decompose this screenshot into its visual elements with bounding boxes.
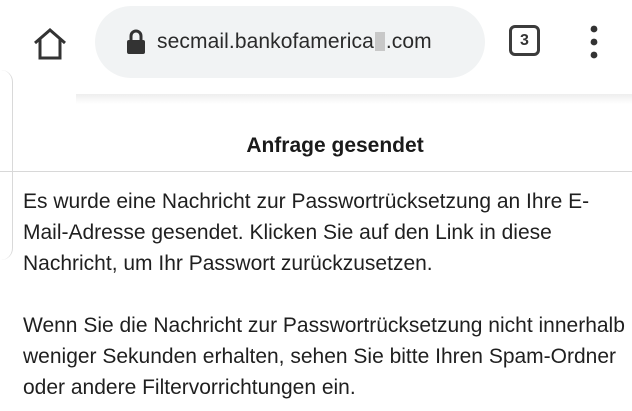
title-divider bbox=[0, 171, 632, 172]
url-domain: secmail.bankofamerica bbox=[157, 30, 374, 53]
reset-message-paragraph: Es wurde eine Nachricht zur Passwortrück… bbox=[23, 190, 590, 275]
browser-page: secmail.bankofamerica .com 3 Anfrage gese… bbox=[0, 0, 632, 411]
overflow-menu-button[interactable] bbox=[586, 24, 602, 60]
more-vert-icon bbox=[590, 25, 598, 59]
url-tld: .com bbox=[385, 30, 432, 53]
home-button[interactable] bbox=[32, 26, 68, 62]
lock-icon bbox=[127, 29, 145, 54]
address-bar[interactable]: secmail.bankofamerica .com bbox=[95, 6, 485, 78]
redaction-mark bbox=[374, 32, 385, 51]
home-icon bbox=[34, 28, 66, 60]
content-top-shadow bbox=[76, 94, 632, 104]
url-text: secmail.bankofamerica .com bbox=[157, 28, 432, 56]
side-panel-edge bbox=[0, 70, 13, 260]
tab-switcher-button[interactable]: 3 bbox=[509, 25, 540, 56]
browser-toolbar: secmail.bankofamerica .com 3 bbox=[0, 0, 632, 86]
page-title: Anfrage gesendet bbox=[246, 134, 424, 157]
spam-hint-paragraph: Wenn Sie die Nachricht zur Passwortrücks… bbox=[23, 314, 625, 399]
